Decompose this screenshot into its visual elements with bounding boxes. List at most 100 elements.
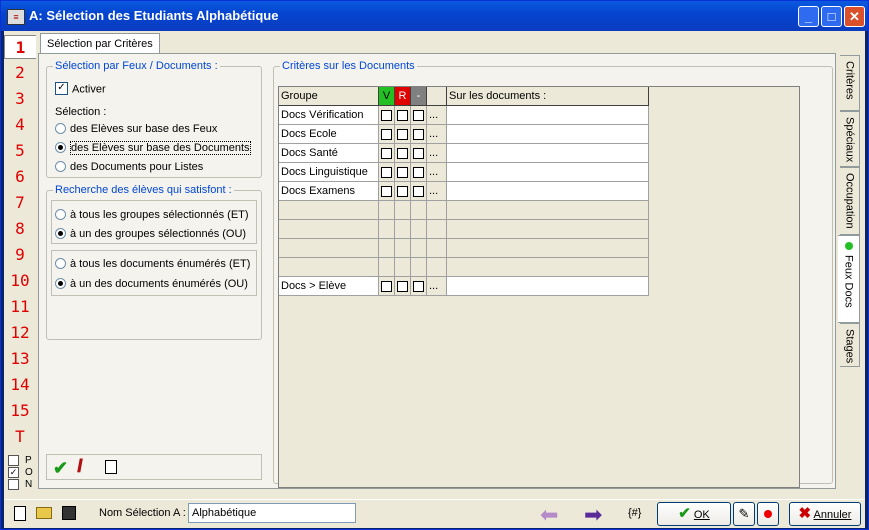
tab-selection-criteres[interactable]: Sélection par Critères — [40, 33, 160, 54]
grid-cell-dash[interactable] — [411, 125, 427, 144]
number-item-1[interactable]: 1 — [4, 35, 36, 59]
grid-cell-r[interactable] — [395, 239, 411, 258]
grid-cell-ellipsis[interactable]: ... — [427, 277, 447, 296]
grid-row-groupe[interactable]: Docs Santé — [279, 144, 379, 163]
pon-o-row[interactable]: ✓ O — [8, 467, 33, 478]
grid-cell-v[interactable] — [379, 277, 395, 296]
number-item-11[interactable]: 11 — [4, 297, 36, 316]
grid-cell-r[interactable] — [395, 106, 411, 125]
number-item-4[interactable]: 4 — [4, 115, 36, 134]
grid-cell-r[interactable] — [395, 182, 411, 201]
grid-cell-dash[interactable] — [411, 258, 427, 277]
pon-p-row[interactable]: P — [8, 455, 32, 466]
grid-row-groupe[interactable] — [279, 258, 379, 277]
radio-groupes-et[interactable]: à tous les groupes sélectionnés (ET) — [55, 208, 249, 221]
grid-cell-v[interactable] — [379, 182, 395, 201]
grid-cell-r[interactable] — [395, 277, 411, 296]
grid-checkbox-dash[interactable] — [413, 166, 424, 178]
grid-cell-dash[interactable] — [411, 220, 427, 239]
grid-cell-v[interactable] — [379, 258, 395, 277]
grid-checkbox-r[interactable] — [397, 109, 408, 121]
grid-cell-r[interactable] — [395, 220, 411, 239]
grid-cell-sur-documents[interactable] — [447, 106, 649, 125]
annuler-button[interactable]: ✖ Annuler — [789, 502, 861, 526]
grid-checkbox-v[interactable] — [381, 166, 392, 178]
maximize-button[interactable]: □ — [821, 6, 842, 27]
ok-button[interactable]: ✔ OK — [657, 502, 731, 526]
radio-documents-et[interactable]: à tous les documents énumérés (ET) — [55, 257, 250, 270]
grid-cell-ellipsis[interactable] — [427, 258, 447, 277]
new-file-icon[interactable] — [14, 506, 26, 521]
open-folder-icon[interactable] — [36, 507, 52, 519]
grid-checkbox-r[interactable] — [397, 147, 408, 159]
grid-row-groupe[interactable] — [279, 220, 379, 239]
grid-cell-sur-documents[interactable] — [447, 258, 649, 277]
activer-check-mark[interactable]: ✓ — [55, 82, 68, 95]
grid-cell-v[interactable] — [379, 239, 395, 258]
grid-checkbox-r[interactable] — [397, 185, 408, 197]
pon-p-checkbox[interactable] — [8, 455, 19, 466]
radio-documents-et-circle[interactable] — [55, 257, 66, 269]
nom-selection-input[interactable]: Alphabétique — [188, 503, 356, 523]
record-button[interactable] — [757, 502, 779, 526]
header-v[interactable]: V — [379, 87, 395, 106]
grid-cell-v[interactable] — [379, 144, 395, 163]
radio-groupes-et-circle[interactable] — [55, 208, 66, 220]
number-item-8[interactable]: 8 — [4, 219, 36, 238]
grid-cell-v[interactable] — [379, 201, 395, 220]
pon-o-checkbox[interactable]: ✓ — [8, 467, 19, 478]
grid-row-groupe[interactable] — [279, 239, 379, 258]
grid-cell-dash[interactable] — [411, 144, 427, 163]
minimize-button[interactable]: _ — [798, 6, 819, 27]
grid-cell-dash[interactable] — [411, 106, 427, 125]
hash-button[interactable]: {#} — [628, 507, 641, 519]
grid-cell-dash[interactable] — [411, 182, 427, 201]
grid-row-groupe[interactable]: Docs Vérification — [279, 106, 379, 125]
radio-groupes-ou-circle[interactable] — [55, 227, 66, 239]
grid-cell-r[interactable] — [395, 258, 411, 277]
number-item-6[interactable]: 6 — [4, 167, 36, 186]
grid-checkbox-v[interactable] — [381, 147, 392, 159]
new-document-icon[interactable] — [105, 460, 117, 474]
grid-checkbox-v[interactable] — [381, 128, 392, 140]
title-bar[interactable]: ≡ A: Sélection des Etudiants Alphabétiqu… — [1, 1, 868, 31]
grid-cell-ellipsis[interactable]: ... — [427, 106, 447, 125]
grid-checkbox-dash[interactable] — [413, 128, 424, 140]
grid-cell-v[interactable] — [379, 125, 395, 144]
side-tab-feux-docs[interactable]: Feux Docs — [838, 235, 860, 323]
save-disk-icon[interactable] — [62, 506, 76, 520]
side-tab-stages[interactable]: Stages — [840, 323, 860, 367]
radio-documents[interactable]: des Elèves sur base des Documents — [55, 141, 251, 155]
radio-documents-ou-circle[interactable] — [55, 277, 66, 289]
side-tab-criteres[interactable]: Critères — [840, 55, 860, 111]
grid-checkbox-v[interactable] — [381, 185, 392, 197]
side-tab-occupation[interactable]: Occupation — [840, 167, 860, 235]
grid-row-groupe[interactable]: Docs Ecole — [279, 125, 379, 144]
grid-cell-dash[interactable] — [411, 277, 427, 296]
grid-cell-ellipsis[interactable]: ... — [427, 144, 447, 163]
radio-documents-ou[interactable]: à un des documents énumérés (OU) — [55, 277, 248, 290]
grid-row-groupe[interactable]: Docs Examens — [279, 182, 379, 201]
grid-cell-sur-documents[interactable] — [447, 182, 649, 201]
grid-cell-ellipsis[interactable]: ... — [427, 182, 447, 201]
apply-check-icon[interactable]: ✔ — [53, 458, 68, 479]
number-item-12[interactable]: 12 — [4, 323, 36, 342]
number-item-2[interactable]: 2 — [4, 63, 36, 82]
grid-checkbox-v[interactable] — [381, 280, 392, 292]
grid-cell-ellipsis[interactable]: ... — [427, 125, 447, 144]
radio-groupes-ou[interactable]: à un des groupes sélectionnés (OU) — [55, 227, 246, 240]
radio-feux-circle[interactable] — [55, 122, 66, 134]
grid-checkbox-v[interactable] — [381, 109, 392, 121]
edit-button[interactable]: ✎ — [733, 502, 755, 526]
arrow-right-icon[interactable]: ➡ — [584, 502, 602, 528]
number-item-3[interactable]: 3 — [4, 89, 36, 108]
radio-listes-circle[interactable] — [55, 160, 66, 172]
grid-row-groupe[interactable]: Docs > Elève — [279, 277, 379, 296]
grid-cell-dash[interactable] — [411, 163, 427, 182]
grid-cell-ellipsis[interactable] — [427, 201, 447, 220]
grid-cell-ellipsis[interactable] — [427, 239, 447, 258]
grid-checkbox-dash[interactable] — [413, 280, 424, 292]
grid-checkbox-r[interactable] — [397, 166, 408, 178]
grid-cell-sur-documents[interactable] — [447, 125, 649, 144]
grid-cell-sur-documents[interactable] — [447, 220, 649, 239]
